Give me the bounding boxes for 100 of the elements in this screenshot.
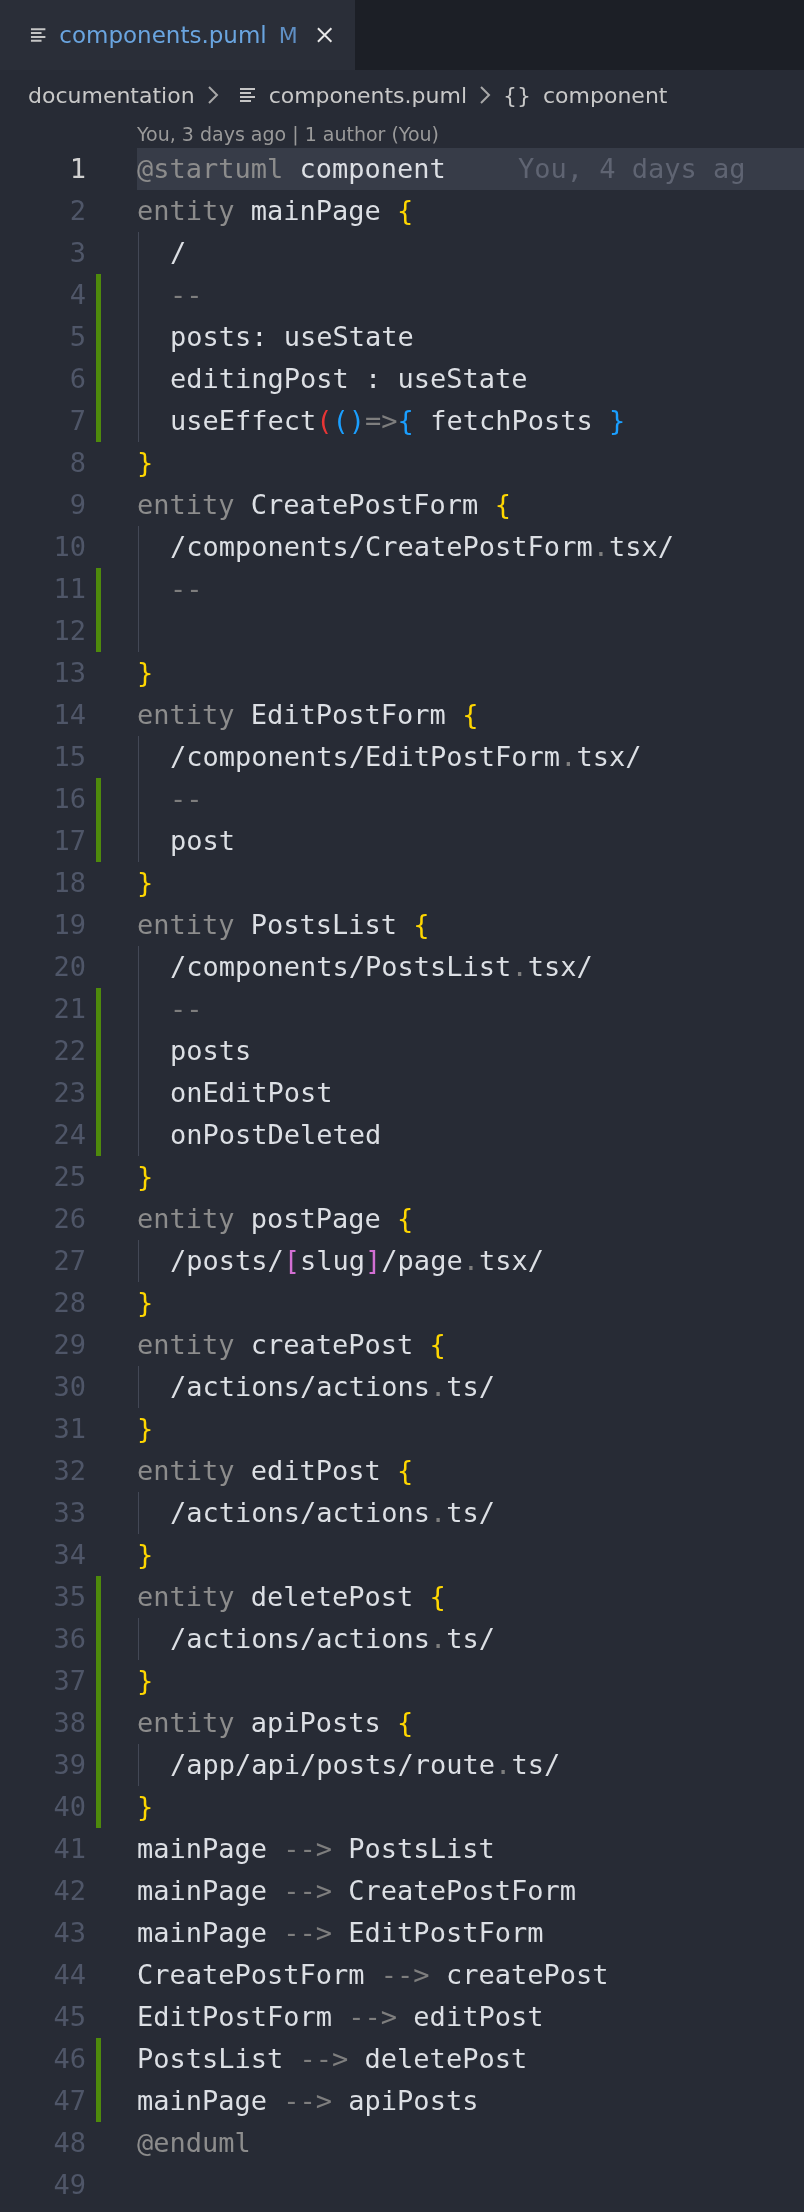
code-token: fetchPosts <box>429 405 594 436</box>
code-token: tsx/ <box>527 951 593 982</box>
code-token: . <box>560 741 577 772</box>
code-token: { <box>429 1581 446 1612</box>
code-token: postPage <box>250 1203 382 1234</box>
breadcrumb-file[interactable]: components.puml <box>268 82 467 108</box>
code-token: . <box>430 1623 447 1654</box>
code-token: posts <box>170 1035 252 1066</box>
code-token: tsx/ <box>478 1245 544 1276</box>
code-token: --> <box>348 2001 398 2032</box>
code-token: tsx/ <box>608 531 674 562</box>
code-token: mainPage <box>137 1875 269 1906</box>
code-token: --> <box>299 2043 349 2074</box>
code-token: entity <box>137 699 236 730</box>
code-token: PostsList <box>347 1833 495 1864</box>
code-token: /actions/actions <box>170 1371 431 1402</box>
code-token: /page <box>381 1245 463 1276</box>
breadcrumb-symbol[interactable]: component <box>543 82 668 108</box>
code-token: } <box>137 447 154 478</box>
code-token: ts/ <box>446 1623 496 1654</box>
code-token: => <box>365 405 398 436</box>
code-token: -- <box>170 783 203 814</box>
code-token: apiPosts <box>250 1707 382 1738</box>
code-token: ts/ <box>511 1749 561 1780</box>
code-token: entity <box>137 489 236 520</box>
code-token: --> <box>283 1875 333 1906</box>
breadcrumb-folder[interactable]: documentation <box>28 82 195 108</box>
code-token: editPost <box>250 1455 382 1486</box>
chevron-right-icon <box>479 85 491 105</box>
file-lines-icon <box>30 27 48 43</box>
code-token: CreatePostForm <box>137 1959 366 1990</box>
code-token: entity <box>137 1203 236 1234</box>
code-token: () <box>332 405 366 436</box>
code-token: entity <box>137 1581 236 1612</box>
code-token: /components/CreatePostForm <box>170 531 593 562</box>
code-token: @enduml <box>137 2127 251 2158</box>
code-token: . <box>511 951 528 982</box>
code-token: entity <box>137 195 236 226</box>
code-token: mainPage <box>137 1833 269 1864</box>
code-token: mainPage <box>137 1917 269 1948</box>
code-token: ts/ <box>446 1371 496 1402</box>
code-token: --> <box>283 1917 333 1948</box>
code-token: deletePost <box>363 2043 528 2074</box>
code-token: ] <box>365 1245 382 1276</box>
code-token: -- <box>170 573 203 604</box>
chevron-right-icon <box>206 85 219 105</box>
code-token: useEffect <box>170 405 317 436</box>
code-token: EditPostForm <box>347 1917 544 1948</box>
code-token: . <box>430 1497 447 1528</box>
modified-status: M <box>278 22 298 48</box>
code-token: apiPosts <box>347 2085 479 2116</box>
code-token: { <box>397 405 414 436</box>
code-token: CreatePostForm <box>347 1875 576 1906</box>
code-token: /posts/ <box>170 1245 284 1276</box>
code-token: } <box>137 1791 154 1822</box>
code-token: -- <box>170 279 203 310</box>
code-token: /actions/actions <box>170 1497 431 1528</box>
code-token: entity <box>137 1707 236 1738</box>
code-token: } <box>608 405 626 436</box>
code-token: onPostDeleted <box>170 1119 382 1150</box>
code-token: . <box>430 1371 447 1402</box>
code-token: } <box>137 657 154 688</box>
code-token: entity <box>137 1329 236 1360</box>
line-number: 1 <box>68 152 86 186</box>
code-token: -- <box>170 993 203 1024</box>
code-token: } <box>137 1665 154 1696</box>
code-token: PostsList <box>137 2043 285 2074</box>
code-token: { <box>397 1707 414 1738</box>
code-token: { <box>413 909 430 940</box>
code-token: tsx/ <box>576 741 642 772</box>
code-token: mainPage <box>137 2085 269 2116</box>
code-token: ( <box>316 405 333 436</box>
code-token: entity <box>137 1455 236 1486</box>
code-token: slug <box>300 1245 366 1276</box>
code-token: [ <box>283 1245 301 1276</box>
code-token: EditPostForm <box>137 2001 334 2032</box>
code-token: posts: useState <box>170 321 414 352</box>
code-token: } <box>137 1413 154 1444</box>
code-token: . <box>592 531 609 562</box>
code-token: deletePost <box>250 1581 415 1612</box>
code-token: /components/EditPostForm <box>170 741 561 772</box>
code-token: /components/PostsList <box>170 951 512 982</box>
code-token: PostsList <box>250 909 399 940</box>
code-token: mainPage <box>250 195 382 226</box>
file-lines-icon <box>238 87 257 103</box>
code-token: } <box>137 1287 154 1318</box>
code-token: CreatePostForm <box>250 489 480 520</box>
codelens-blame[interactable]: You, 3 days ago | 1 author (You) <box>137 123 439 145</box>
code-token: /app/api/posts/route <box>170 1749 496 1780</box>
code-token: { <box>494 489 511 520</box>
close-icon[interactable] <box>315 26 333 44</box>
code-token: editingPost : useState <box>170 363 528 394</box>
tab-filename: components.puml <box>59 22 267 48</box>
code-token: entity <box>137 909 236 940</box>
editor-tab[interactable]: components.puml M <box>0 0 355 70</box>
code-token: ts/ <box>446 1497 496 1528</box>
code-token: { <box>397 1203 414 1234</box>
code-token: onEditPost <box>170 1077 333 1108</box>
code-token: --> <box>380 1959 430 1990</box>
code-token: } <box>137 867 154 898</box>
